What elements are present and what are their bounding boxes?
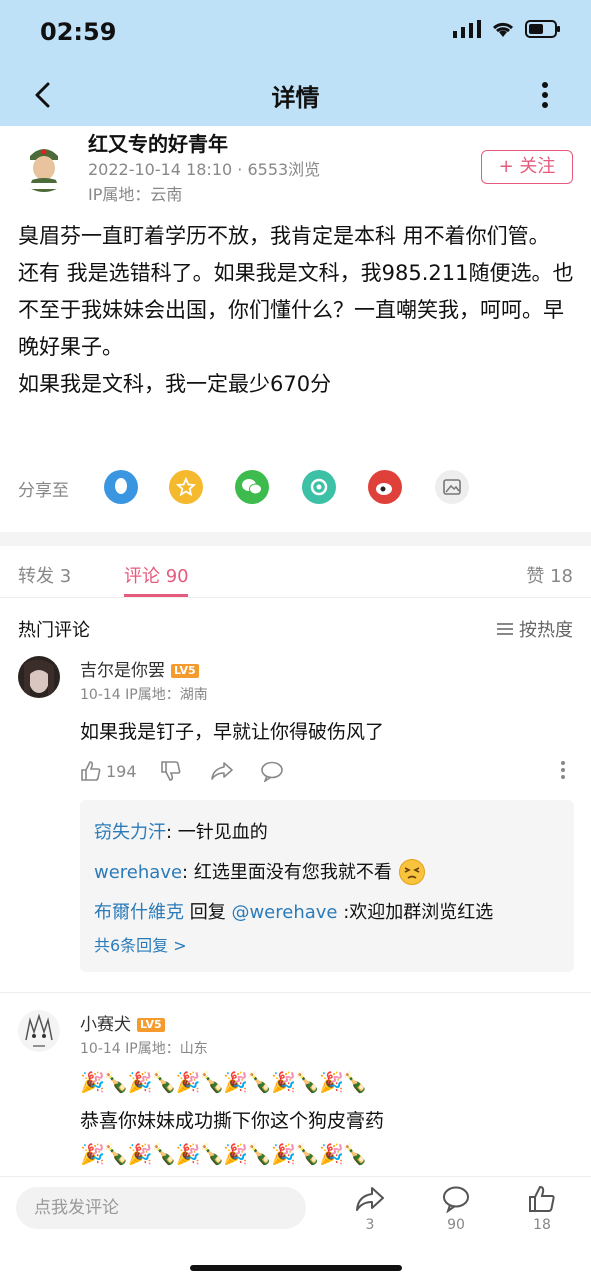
commenter-avatar[interactable] xyxy=(18,656,60,698)
bottom-repost-button[interactable]: 3 xyxy=(350,1185,390,1233)
wechat-icon[interactable] xyxy=(235,470,269,504)
share-arrow-icon xyxy=(356,1187,384,1211)
annoyed-face-emoji-icon xyxy=(398,859,425,885)
comment-ip: IP属地：湖南 xyxy=(125,687,208,703)
like-button[interactable]: 194 xyxy=(80,760,137,782)
follow-button[interactable]: + 关注 xyxy=(481,150,573,184)
hot-comments-title: 热门评论 xyxy=(18,620,90,641)
post-ip: IP属地：云南 xyxy=(88,185,183,204)
post-paragraph: 还有 我是选错科了。如果我是文科，我985.211随便选。也不至于我妹妹会出国，… xyxy=(18,261,574,359)
reply-item[interactable]: 布爾什維克 回复 @werehave :欢迎加群浏览红选 xyxy=(94,898,493,924)
level-badge: LV5 xyxy=(171,664,199,678)
like-count: 18 xyxy=(533,1217,551,1233)
bottom-like-button[interactable]: 18 xyxy=(522,1185,562,1233)
comment-ip: IP属地：山东 xyxy=(125,1041,208,1057)
share-arrow-icon xyxy=(211,762,233,780)
comment-bubble-icon xyxy=(261,761,283,782)
status-icons xyxy=(453,20,561,38)
top-bar: 02:59 详情 xyxy=(0,0,591,126)
reply-user[interactable]: 窃失力汗 xyxy=(94,822,166,843)
post-content: 臭眉芬一直盯着学历不放，我肯定是本科 用不着你们管。 还有 我是选错科了。如果我… xyxy=(18,218,578,403)
home-indicator xyxy=(190,1265,402,1271)
like-count: 194 xyxy=(106,761,137,781)
comment-text: 恭喜你妹妹成功撕下你这个狗皮膏药 xyxy=(80,1110,385,1132)
tab-bar: 转发 3 评论 90 赞 18 xyxy=(0,546,591,598)
reply-item[interactable]: 窃失力汗: 一针见血的 xyxy=(94,818,268,844)
active-tab-indicator xyxy=(124,594,188,597)
thumbs-down-icon xyxy=(161,761,181,781)
more-vertical-icon[interactable] xyxy=(537,80,553,110)
post-paragraph: 如果我是文科，我一定最少670分 xyxy=(18,372,332,396)
thumbs-up-icon xyxy=(529,1185,555,1212)
tab-comments[interactable]: 评论 90 xyxy=(124,562,189,588)
post-meta: 2022-10-14 18:10 · 6553浏览 xyxy=(88,156,320,180)
commenter-name[interactable]: 小赛犬 LV5 xyxy=(80,1010,165,1035)
reply-text: : 红选里面没有您我就不看 xyxy=(182,862,392,883)
comment-text: 如果我是钉子，早就让你得破伤风了 xyxy=(80,721,385,743)
commenter-avatar[interactable] xyxy=(18,1010,60,1052)
post-views: 6553浏览 xyxy=(247,160,321,179)
share-comment-button[interactable] xyxy=(210,760,234,782)
reply-text: 回复 xyxy=(184,902,232,923)
level-badge: LV5 xyxy=(137,1018,165,1032)
sort-label: 按热度 xyxy=(519,620,573,641)
moments-icon[interactable] xyxy=(302,470,336,504)
comment-date: 10-14 xyxy=(80,687,121,703)
emoji-line: 🎉🍾🎉🍾🎉🍾🎉🍾🎉🍾🎉🍾 xyxy=(80,1070,368,1094)
reply-text: :欢迎加群浏览红选 xyxy=(337,902,494,923)
qzone-star-icon[interactable] xyxy=(169,470,203,504)
post-date: 2022-10-14 18:10 xyxy=(88,160,233,179)
signal-icon xyxy=(453,20,481,38)
reply-user[interactable]: werehave xyxy=(94,862,182,883)
bottom-comment-button[interactable]: 90 xyxy=(436,1185,476,1233)
tab-repost[interactable]: 转发 3 xyxy=(18,562,71,588)
page-title: 详情 xyxy=(271,84,320,112)
comment-more-button[interactable] xyxy=(560,760,566,780)
comment-meta: 10-14 IP属地：山东 xyxy=(80,1038,208,1058)
thumbs-up-icon xyxy=(81,761,101,781)
reply-user[interactable]: 布爾什維克 xyxy=(94,902,184,923)
meta-separator: · xyxy=(237,160,248,179)
repost-count: 3 xyxy=(365,1217,375,1233)
wifi-icon xyxy=(492,22,514,37)
reply-item[interactable]: werehave: 红选里面没有您我就不看 xyxy=(94,858,426,886)
commenter-name[interactable]: 吉尔是你罢 LV5 xyxy=(80,656,199,681)
author-name[interactable]: 红又专的好青年 xyxy=(88,128,228,157)
commenter-name-text: 吉尔是你罢 xyxy=(80,661,165,681)
post-paragraph: 臭眉芬一直盯着学历不放，我肯定是本科 用不着你们管。 xyxy=(18,224,550,248)
post-header: 红又专的好青年 2022-10-14 18:10 · 6553浏览 IP属地：云… xyxy=(0,126,591,216)
comment-input[interactable]: 点我发评论 xyxy=(16,1187,306,1229)
section-divider xyxy=(0,532,591,546)
list-icon xyxy=(497,623,513,635)
comment-date: 10-14 xyxy=(80,1041,121,1057)
commenter-name-text: 小赛犬 xyxy=(80,1015,131,1035)
comment-divider xyxy=(0,992,591,993)
tab-likes[interactable]: 赞 18 xyxy=(526,562,573,588)
view-all-replies-link[interactable]: 共6条回复 > xyxy=(94,932,187,956)
status-time: 02:59 xyxy=(40,18,117,46)
comment-meta: 10-14 IP属地：湖南 xyxy=(80,684,208,704)
author-avatar[interactable] xyxy=(16,136,72,192)
reply-text: : 一针见血的 xyxy=(166,822,268,843)
reply-mention[interactable]: @werehave xyxy=(231,902,337,923)
comment-actions: 194 xyxy=(80,760,580,788)
replies-box: 窃失力汗: 一针见血的 werehave: 红选里面没有您我就不看 布爾什維克 … xyxy=(80,800,574,972)
reply-button[interactable] xyxy=(260,760,284,782)
share-row: 分享至 xyxy=(18,468,578,508)
weibo-icon[interactable] xyxy=(368,470,402,504)
battery-icon xyxy=(525,20,560,38)
emoji-line: 🎉🍾🎉🍾🎉🍾🎉🍾🎉🍾🎉🍾 xyxy=(80,1142,368,1166)
bottom-bar: 点我发评论 3 90 18 xyxy=(0,1176,591,1280)
image-share-icon[interactable] xyxy=(435,470,469,504)
sort-button[interactable]: 按热度 xyxy=(497,616,573,642)
share-label: 分享至 xyxy=(18,481,69,501)
comment-bubble-icon xyxy=(443,1186,469,1214)
comment-count: 90 xyxy=(447,1217,465,1233)
qq-icon[interactable] xyxy=(104,470,138,504)
dislike-button[interactable] xyxy=(160,760,182,782)
more-vertical-icon xyxy=(561,761,565,779)
